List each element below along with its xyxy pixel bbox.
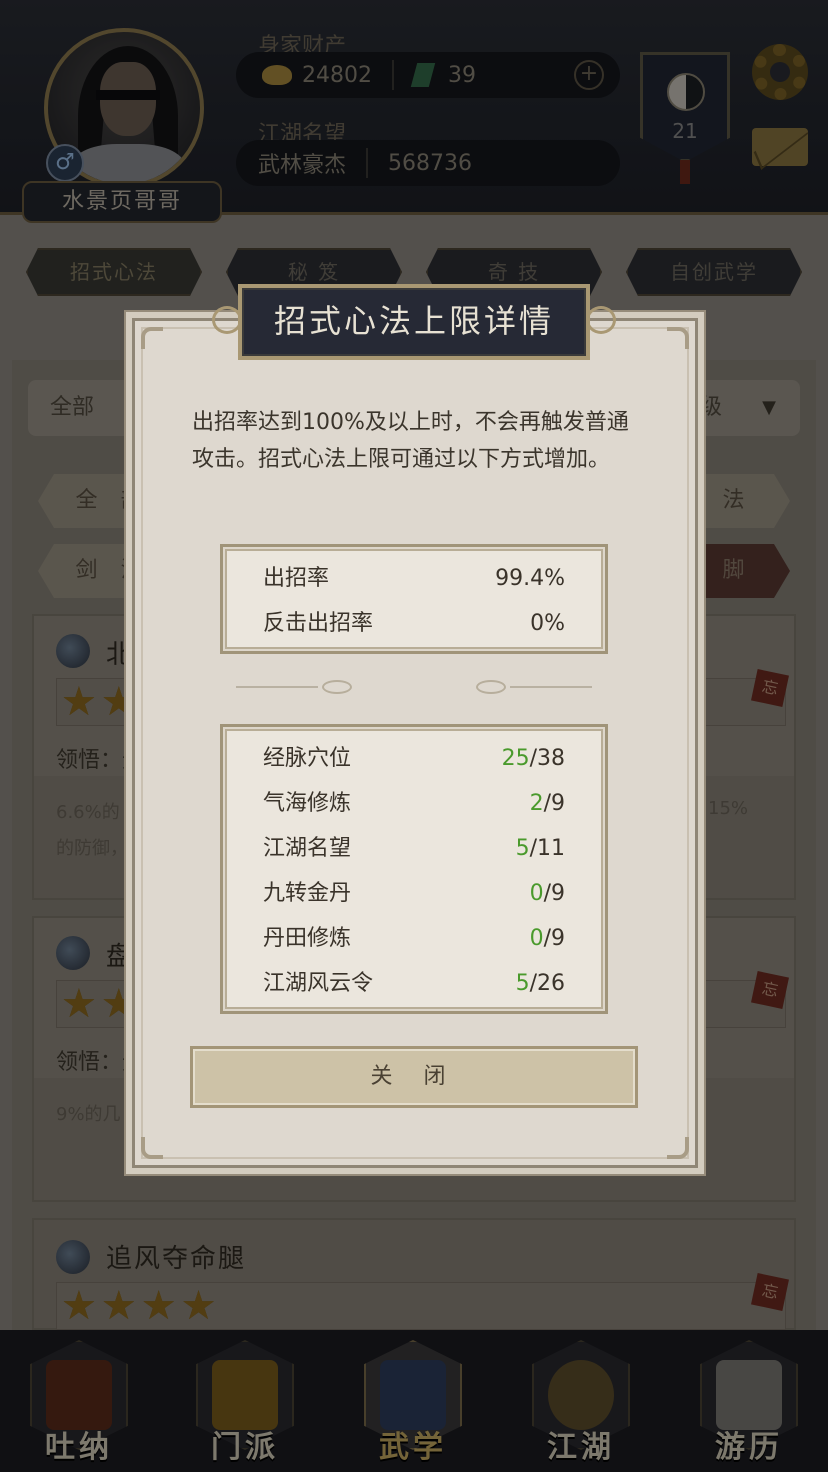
ornament-right (586, 306, 616, 334)
divider-ornament (476, 680, 506, 694)
source-row: 丹田修炼 0/9 (263, 926, 565, 951)
source-row: 经脉穴位 25/38 (263, 746, 565, 771)
rate-box: 出招率 99.4% 反击出招率 0% (220, 544, 608, 654)
rate-value: 99.4% (495, 566, 565, 591)
divider (236, 686, 318, 688)
rate-value: 0% (530, 611, 565, 636)
divider (510, 686, 592, 688)
source-row: 江湖风云令 5/26 (263, 971, 565, 996)
close-button[interactable]: 关 闭 (190, 1046, 638, 1108)
divider-ornament (322, 680, 352, 694)
source-row: 江湖名望 5/11 (263, 836, 565, 861)
dialog-description: 出招率达到100%及以上时，不会再触发普通攻击。招式心法上限可通过以下方式增加。 (192, 410, 629, 472)
source-row: 气海修炼 2/9 (263, 791, 565, 816)
rate-label: 反击出招率 (263, 611, 374, 636)
dialog-title: 招式心法上限详情 (238, 284, 590, 360)
rate-label: 出招率 (263, 566, 330, 591)
source-box: 经脉穴位 25/38 气海修炼 2/9 江湖名望 5/11 九转金丹 0/9 丹… (220, 724, 608, 1014)
rate-row: 出招率 99.4% (263, 557, 565, 601)
source-row: 九转金丹 0/9 (263, 881, 565, 906)
rate-row: 反击出招率 0% (263, 602, 565, 646)
